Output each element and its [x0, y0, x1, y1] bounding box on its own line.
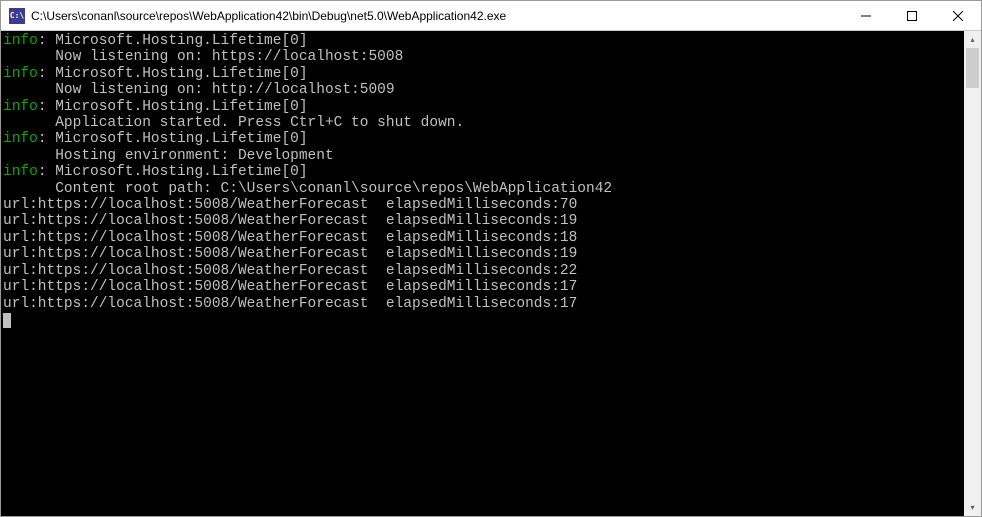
window-title: C:\Users\conanl\source\repos\WebApplicat…: [31, 9, 843, 23]
request-line: url:https://localhost:5008/WeatherForeca…: [3, 230, 964, 246]
log-level: info: [3, 66, 38, 82]
text-cursor: [3, 313, 11, 328]
log-line: info: Microsoft.Hosting.Lifetime[0]: [3, 33, 964, 49]
cursor-line: [3, 312, 964, 328]
close-icon: [953, 11, 963, 21]
request-line: url:https://localhost:5008/WeatherForeca…: [3, 246, 964, 262]
log-line: info: Microsoft.Hosting.Lifetime[0]: [3, 66, 964, 82]
log-message: Now listening on: https://localhost:5008: [3, 49, 964, 65]
log-level: info: [3, 99, 38, 115]
console-output[interactable]: info: Microsoft.Hosting.Lifetime[0] Now …: [1, 31, 964, 516]
maximize-button[interactable]: [889, 1, 935, 30]
app-icon: C:\: [9, 8, 25, 24]
maximize-icon: [907, 11, 917, 21]
request-line: url:https://localhost:5008/WeatherForeca…: [3, 213, 964, 229]
request-line: url:https://localhost:5008/WeatherForeca…: [3, 263, 964, 279]
window-controls: [843, 1, 981, 30]
log-level: info: [3, 33, 38, 49]
log-message: Content root path: C:\Users\conanl\sourc…: [3, 181, 964, 197]
log-message: Application started. Press Ctrl+C to shu…: [3, 115, 964, 131]
minimize-icon: [861, 11, 871, 21]
vertical-scrollbar[interactable]: ▴ ▾: [964, 31, 981, 516]
console-area: info: Microsoft.Hosting.Lifetime[0] Now …: [1, 31, 981, 516]
request-line: url:https://localhost:5008/WeatherForeca…: [3, 197, 964, 213]
scroll-down-arrow-icon[interactable]: ▾: [964, 499, 981, 516]
request-line: url:https://localhost:5008/WeatherForeca…: [3, 296, 964, 312]
log-level: info: [3, 131, 38, 147]
close-button[interactable]: [935, 1, 981, 30]
log-line: info: Microsoft.Hosting.Lifetime[0]: [3, 131, 964, 147]
log-message: Hosting environment: Development: [3, 148, 964, 164]
minimize-button[interactable]: [843, 1, 889, 30]
scrollbar-track[interactable]: [964, 48, 981, 499]
scrollbar-thumb[interactable]: [966, 48, 979, 88]
titlebar[interactable]: C:\ C:\Users\conanl\source\repos\WebAppl…: [1, 1, 981, 31]
log-line: info: Microsoft.Hosting.Lifetime[0]: [3, 99, 964, 115]
log-line: info: Microsoft.Hosting.Lifetime[0]: [3, 164, 964, 180]
request-line: url:https://localhost:5008/WeatherForeca…: [3, 279, 964, 295]
scroll-up-arrow-icon[interactable]: ▴: [964, 31, 981, 48]
log-message: Now listening on: http://localhost:5009: [3, 82, 964, 98]
log-level: info: [3, 164, 38, 180]
app-icon-label: C:\: [10, 11, 24, 20]
